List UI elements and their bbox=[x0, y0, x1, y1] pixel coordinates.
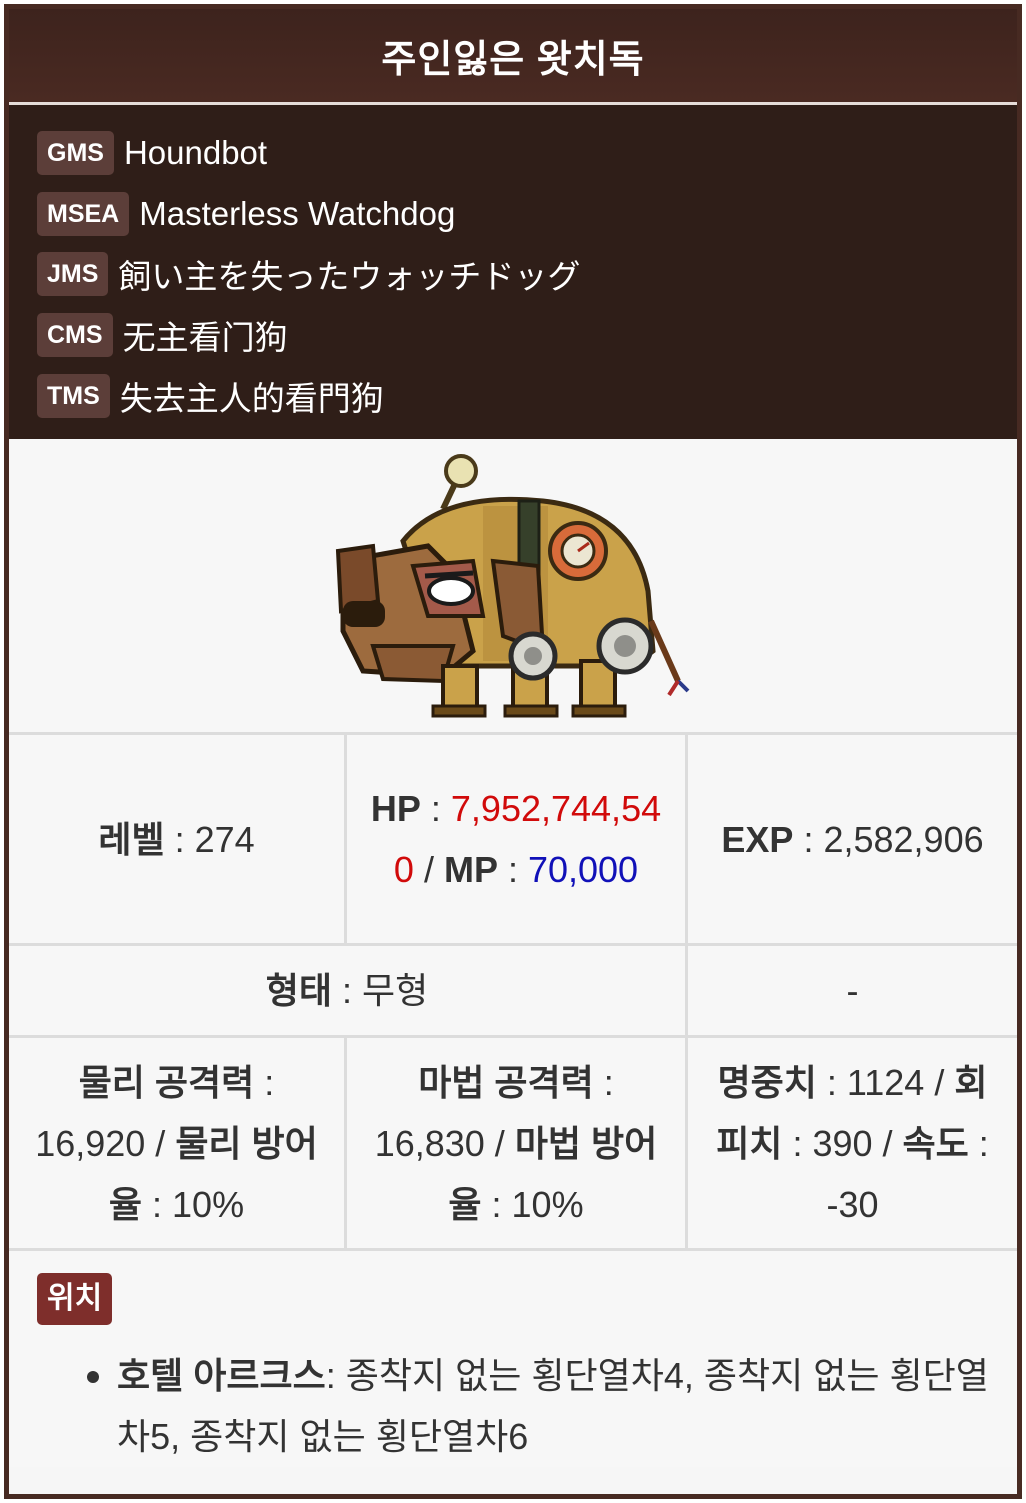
hp-label: HP bbox=[370, 788, 421, 829]
mp-label: MP bbox=[443, 849, 498, 890]
level-value: 274 bbox=[194, 818, 255, 860]
physical-cell: 물리 공격력 : 16,920 / 물리 방어율 : 10% bbox=[9, 1038, 347, 1251]
evasion-value: 390 bbox=[812, 1122, 873, 1164]
magic-cell: 마법 공격력 : 16,830 / 마법 방어율 : 10% bbox=[347, 1038, 688, 1251]
region-name: Masterless Watchdog bbox=[139, 194, 456, 232]
region-name: 失去主人的看門狗 bbox=[119, 379, 384, 417]
form-value: 무형 bbox=[362, 970, 429, 1011]
mag-atk-label: 마법 공격력 bbox=[418, 1061, 594, 1103]
location-place[interactable]: 호텔 아르크스 bbox=[117, 1355, 326, 1396]
region-tag: TMS bbox=[37, 373, 110, 418]
name-row-gms: GMS Houndbot bbox=[37, 123, 1017, 184]
location-tag: 위치 bbox=[37, 1273, 113, 1325]
region-tag: GMS bbox=[37, 131, 114, 176]
region-names: GMS Houndbot MSEA Masterless Watchdog JM… bbox=[9, 105, 1017, 439]
name-row-jms: JMS 飼い主を失ったウォッチドッグ bbox=[37, 244, 1017, 305]
phys-atk-label: 물리 공격력 bbox=[78, 1061, 255, 1103]
monster-card: 주인잃은 왓치독 GMS Houndbot MSEA Masterless Wa… bbox=[4, 4, 1022, 1499]
houndbot-sprite-icon bbox=[335, 453, 690, 717]
location-item: 호텔 아르크스: 종착지 없는 횡단열차4, 종착지 없는 횡단열차5, 종착지… bbox=[87, 1345, 989, 1467]
region-tag: JMS bbox=[37, 252, 109, 297]
mp-value: 70,000 bbox=[527, 849, 639, 890]
mag-def-value: 10% bbox=[511, 1183, 584, 1225]
mag-atk-value: 16,830 bbox=[374, 1122, 485, 1164]
phys-atk-value: 16,920 bbox=[35, 1122, 146, 1164]
region-tag: CMS bbox=[37, 313, 113, 358]
accuracy-cell: 명중치 : 1124 / 회피치 : 390 / 속도 : -30 bbox=[688, 1038, 1017, 1251]
region-name: 无主看门狗 bbox=[122, 319, 288, 357]
form-cell: 형태 : 무형 bbox=[9, 946, 688, 1038]
exp-label: EXP bbox=[721, 818, 794, 860]
location-section: 위치 호텔 아르크스: 종착지 없는 횡단열차4, 종착지 없는 횡단열차5, … bbox=[9, 1251, 1017, 1467]
exp-value: 2,582,906 bbox=[823, 818, 984, 860]
exp-cell: EXP : 2,582,906 bbox=[688, 735, 1017, 946]
stats-grid: 레벨 : 274 HP : 7,952,744,540 / MP : 70,00… bbox=[9, 735, 1017, 1251]
location-list: 호텔 아르크스: 종착지 없는 횡단열차4, 종착지 없는 횡단열차5, 종착지… bbox=[37, 1345, 989, 1467]
region-tag: MSEA bbox=[37, 191, 130, 236]
speed-label: 속도 bbox=[902, 1122, 969, 1164]
name-row-msea: MSEA Masterless Watchdog bbox=[37, 184, 1017, 245]
monster-title: 주인잃은 왓치독 bbox=[9, 9, 1017, 105]
region-name: 飼い主を失ったウォッチドッグ bbox=[118, 258, 581, 296]
accuracy-value: 1124 bbox=[846, 1061, 925, 1103]
monster-image-area bbox=[9, 439, 1017, 735]
empty-cell: - bbox=[688, 946, 1017, 1038]
region-name: Houndbot bbox=[123, 134, 268, 172]
name-row-tms: TMS 失去主人的看門狗 bbox=[37, 365, 1017, 426]
level-cell: 레벨 : 274 bbox=[9, 735, 347, 946]
form-label: 형태 bbox=[265, 970, 332, 1011]
hp-mp-cell: HP : 7,952,744,540 / MP : 70,000 bbox=[347, 735, 688, 946]
empty-value: - bbox=[846, 970, 859, 1011]
level-label: 레벨 bbox=[98, 818, 165, 860]
phys-def-value: 10% bbox=[172, 1183, 245, 1225]
name-row-cms: CMS 无主看门狗 bbox=[37, 305, 1017, 366]
speed-value: -30 bbox=[826, 1183, 879, 1225]
accuracy-label: 명중치 bbox=[717, 1061, 817, 1103]
